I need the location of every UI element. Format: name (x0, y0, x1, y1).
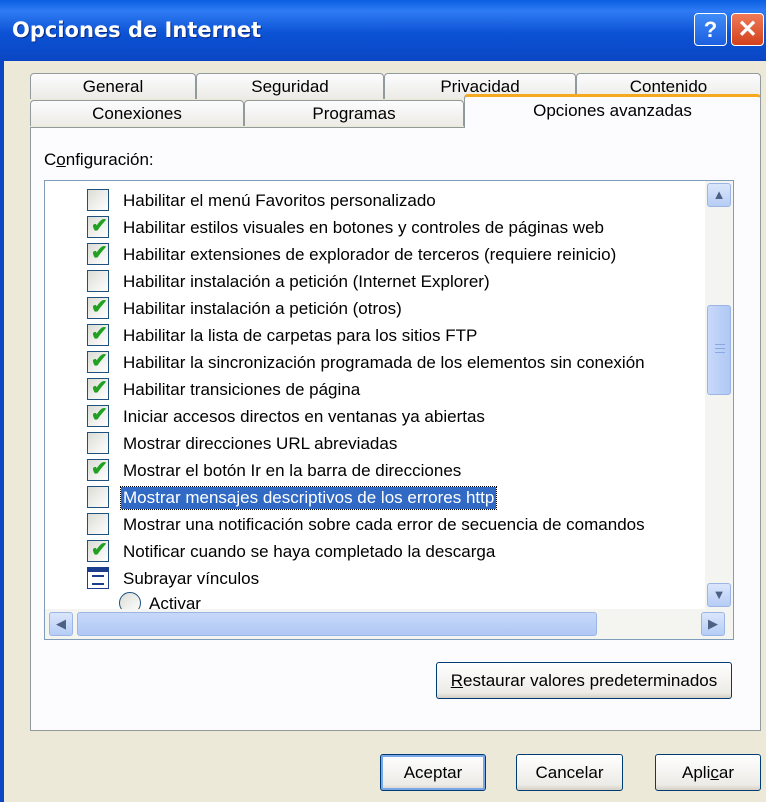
grip-line (715, 344, 725, 345)
checkbox[interactable] (87, 513, 109, 535)
cancel-button[interactable]: Cancelar (516, 754, 623, 791)
vertical-scroll-thumb[interactable] (707, 305, 731, 395)
checkbox[interactable] (87, 486, 109, 508)
check-icon: ✔ (91, 323, 108, 345)
checkbox[interactable]: ✔ (87, 296, 109, 319)
checkbox[interactable] (87, 270, 109, 292)
restore-defaults-button[interactable]: Restaurar valores predeterminados (436, 662, 732, 699)
group-settings-icon (87, 567, 109, 589)
item-label: Habilitar transiciones de página (123, 380, 361, 399)
checkbox[interactable]: ✔ (87, 350, 109, 373)
scroll-down-icon[interactable]: ▼ (707, 583, 731, 607)
item-label: Iniciar accesos directos en ventanas ya … (123, 407, 485, 426)
checkbox[interactable] (87, 189, 109, 211)
checkbox[interactable]: ✔ (87, 323, 109, 346)
item-label: Mostrar direcciones URL abreviadas (123, 434, 398, 453)
item-label: Mostrar mensajes descriptivos de los err… (119, 486, 498, 510)
check-icon: ✔ (91, 215, 108, 237)
tab-programas[interactable]: Programas (244, 100, 464, 126)
scroll-up-icon[interactable]: ▲ (707, 183, 731, 207)
grip-line (715, 348, 725, 349)
checkbox[interactable]: ✔ (87, 539, 109, 562)
item-label: Mostrar el botón Ir en la barra de direc… (123, 461, 462, 480)
close-button[interactable]: ✕ (731, 13, 764, 46)
checkbox[interactable]: ✔ (87, 377, 109, 400)
item-label: Habilitar instalación a petición (Intern… (123, 272, 490, 291)
group-label: Subrayar vínculos (123, 569, 260, 588)
checkbox[interactable]: ✔ (87, 215, 109, 238)
item-label: Habilitar la sincronización programada d… (123, 353, 645, 372)
scroll-right-icon[interactable]: ▶ (701, 612, 725, 636)
internet-options-window: Opciones de Internet ? ✕ General Segurid… (0, 0, 766, 802)
checkbox[interactable] (87, 432, 109, 454)
ok-button[interactable]: Aceptar (380, 754, 486, 791)
check-icon: ✔ (91, 242, 108, 264)
vertical-scrollbar[interactable]: ▲ ▼ (705, 181, 733, 609)
item-label: Habilitar instalación a petición (otros) (123, 299, 402, 318)
checkbox[interactable]: ✔ (87, 458, 109, 481)
item-label: Notificar cuando se haya completado la d… (123, 542, 496, 561)
check-icon: ✔ (91, 539, 108, 561)
window-border (0, 61, 4, 802)
tab-general[interactable]: General (30, 73, 196, 99)
title-bar[interactable]: Opciones de Internet ? ✕ (0, 0, 766, 61)
item-label: Mostrar una notificación sobre cada erro… (123, 515, 645, 534)
tab-opciones-avanzadas[interactable]: Opciones avanzadas (464, 94, 761, 128)
check-icon: ✔ (91, 458, 108, 480)
checkbox[interactable]: ✔ (87, 242, 109, 265)
scroll-left-icon[interactable]: ◀ (49, 612, 73, 636)
item-label: Habilitar estilos visuales en botones y … (123, 218, 604, 237)
grip-line (715, 352, 725, 353)
tab-conexiones[interactable]: Conexiones (30, 100, 244, 126)
check-icon: ✔ (91, 404, 108, 426)
item-label: Habilitar la lista de carpetas para los … (123, 326, 478, 345)
window-title: Opciones de Internet (12, 18, 262, 42)
horizontal-scrollbar[interactable]: ◀ ▶ (45, 609, 733, 639)
horizontal-scroll-thumb[interactable] (77, 612, 597, 636)
tab-seguridad[interactable]: Seguridad (196, 73, 384, 99)
checkbox[interactable]: ✔ (87, 404, 109, 427)
item-label: Habilitar extensiones de explorador de t… (123, 245, 617, 264)
settings-list[interactable]: Habilitar el menú Favoritos personalizad… (44, 180, 734, 640)
help-button[interactable]: ? (694, 13, 727, 46)
check-icon: ✔ (91, 350, 108, 372)
check-icon: ✔ (91, 296, 108, 318)
apply-button[interactable]: Aplicar (655, 754, 761, 791)
configuracion-label: Configuración: (44, 150, 154, 169)
check-icon: ✔ (91, 377, 108, 399)
item-label: Habilitar el menú Favoritos personalizad… (123, 191, 436, 210)
